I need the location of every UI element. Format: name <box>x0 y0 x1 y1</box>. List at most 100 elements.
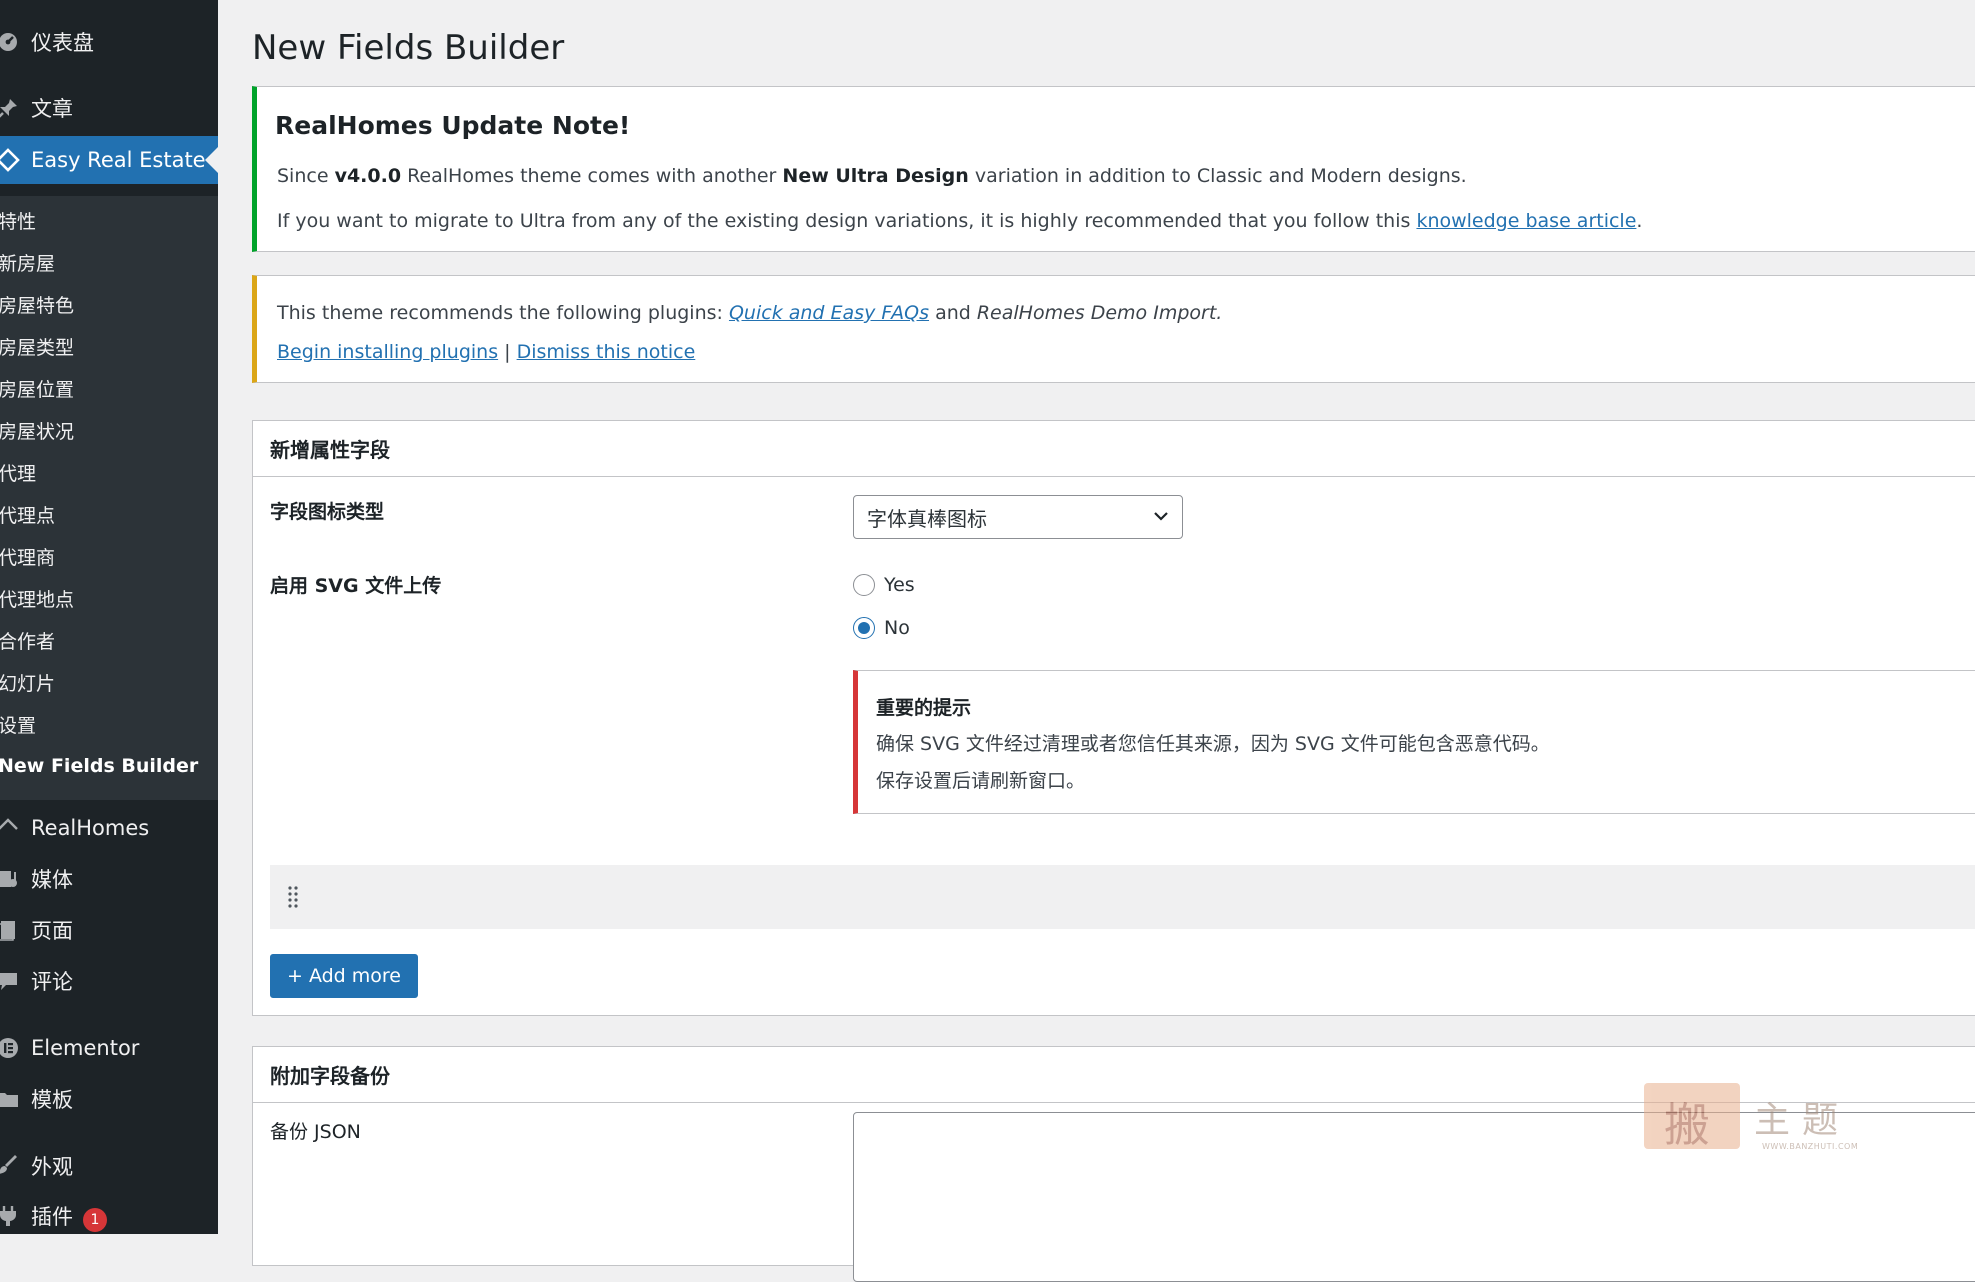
plugins-line-2: Begin installing plugins | Dismiss this … <box>277 341 695 363</box>
menu-label: 仪表盘 <box>31 31 94 55</box>
text: . <box>1216 302 1223 324</box>
submenu-item[interactable]: 设置 <box>0 706 218 742</box>
submenu-item[interactable]: 特性 <box>0 202 218 238</box>
radio-label: Yes <box>884 574 915 596</box>
text: This theme recommends the following plug… <box>277 302 729 324</box>
backup-json-label: 备份 JSON <box>270 1121 361 1143</box>
submenu-item[interactable]: 代理点 <box>0 496 218 532</box>
submenu-item[interactable]: 合作者 <box>0 622 218 658</box>
knowledge-base-link[interactable]: knowledge base article <box>1416 210 1636 232</box>
plugin-icon <box>0 1204 20 1228</box>
menu-templates[interactable]: 模板 <box>0 1075 218 1123</box>
submenu-item[interactable]: 代理 <box>0 454 218 490</box>
menu-label: Elementor <box>31 1036 140 1060</box>
folder-icon <box>0 1087 20 1111</box>
page-icon <box>0 918 20 942</box>
submenu-item[interactable]: 新房屋 <box>0 244 218 280</box>
menu-elementor[interactable]: Elementor <box>0 1024 218 1072</box>
submenu-item-current[interactable]: New Fields Builder <box>0 748 218 784</box>
main-content: New Fields Builder RealHomes Update Note… <box>218 0 1975 1282</box>
menu-plugins[interactable]: 插件 1 <box>0 1192 218 1240</box>
menu-easy-real-estate[interactable]: Easy Real Estate <box>0 136 218 184</box>
real-estate-icon <box>0 148 20 172</box>
radio-button-checked[interactable] <box>853 617 875 639</box>
drag-handle-icon[interactable] <box>287 885 299 909</box>
important-line-1: 确保 SVG 文件经过清理或者您信任其来源，因为 SVG 文件可能包含恶意代码。 <box>876 733 1550 755</box>
demo-import-plugin: RealHomes Demo Import <box>976 302 1217 324</box>
submenu-item[interactable]: 幻灯片 <box>0 664 218 700</box>
icon-type-select[interactable]: 字体真棒图标 <box>853 495 1183 539</box>
separator: | <box>498 341 517 363</box>
menu-comments[interactable]: 评论 <box>0 957 218 1005</box>
submenu-item[interactable]: 房屋状况 <box>0 412 218 448</box>
begin-installing-link[interactable]: Begin installing plugins <box>277 341 498 363</box>
text: RealHomes theme comes with another <box>401 165 783 187</box>
design-name: New Ultra Design <box>782 165 969 187</box>
menu-label: 媒体 <box>31 868 73 892</box>
update-count-badge: 1 <box>83 1207 107 1232</box>
radio-button[interactable] <box>853 574 875 596</box>
submenu-item[interactable]: 房屋位置 <box>0 370 218 406</box>
text: . <box>1636 210 1643 232</box>
menu-label: 模板 <box>31 1088 73 1112</box>
faq-plugin-link[interactable]: Quick and Easy FAQs <box>729 302 929 324</box>
menu-realhomes[interactable]: RealHomes <box>0 804 218 852</box>
important-line-2: 保存设置后请刷新窗口。 <box>876 770 1086 792</box>
svg-upload-label: 启用 SVG 文件上传 <box>270 575 442 597</box>
menu-pages[interactable]: 页面 <box>0 906 218 954</box>
menu-appearance[interactable]: 外观 <box>0 1142 218 1190</box>
sortable-field-row[interactable] <box>270 865 1975 929</box>
media-icon <box>0 867 20 891</box>
menu-label: 页面 <box>31 919 73 943</box>
radio-label: No <box>884 617 910 639</box>
text: Since <box>277 165 335 187</box>
menu-label: Easy Real Estate <box>31 148 206 172</box>
add-more-button[interactable]: + Add more <box>270 954 418 998</box>
watermark-char: 搬 <box>1664 1098 1710 1152</box>
menu-label: 文章 <box>31 97 73 121</box>
menu-label: 插件 1 <box>31 1201 107 1232</box>
brush-icon <box>0 1154 20 1178</box>
radio-yes[interactable]: Yes <box>853 574 915 596</box>
dashboard-icon <box>0 30 20 54</box>
select-value: 字体真棒图标 <box>867 506 987 531</box>
dismiss-notice-link[interactable]: Dismiss this notice <box>517 341 696 363</box>
notice-line-2: If you want to migrate to Ultra from any… <box>277 210 1642 232</box>
text: variation in addition to Classic and Mod… <box>968 165 1467 187</box>
text: and <box>929 302 977 324</box>
version-text: v4.0.0 <box>334 165 402 187</box>
text: If you want to migrate to Ultra from any… <box>277 210 1417 232</box>
watermark-logo: 搬 主题 WWW.BANZHUTI.COM <box>1644 1083 1884 1163</box>
postbox-title: 新增属性字段 <box>253 421 1975 477</box>
important-title: 重要的提示 <box>876 697 972 719</box>
page-title: New Fields Builder <box>252 28 565 68</box>
submenu-item[interactable]: 房屋特色 <box>0 286 218 322</box>
icon-type-label: 字段图标类型 <box>270 501 385 523</box>
elementor-icon <box>0 1036 20 1060</box>
menu-media[interactable]: 媒体 <box>0 855 218 903</box>
comment-icon <box>0 969 20 993</box>
watermark-url: WWW.BANZHUTI.COM <box>1762 1142 1859 1151</box>
submenu-item[interactable]: 房屋类型 <box>0 328 218 364</box>
update-notice: RealHomes Update Note! Since v4.0.0 Real… <box>252 86 1975 252</box>
submenu: 特性 新房屋 房屋特色 房屋类型 房屋位置 房屋状况 代理 代理点 代理商 代理… <box>0 196 218 800</box>
menu-label: 外观 <box>31 1155 73 1179</box>
notice-title: RealHomes Update Note! <box>275 111 631 140</box>
watermark-text: 主题 <box>1754 1100 1851 1141</box>
radio-no[interactable]: No <box>853 617 910 639</box>
menu-label: RealHomes <box>31 816 150 840</box>
chevron-down-icon <box>1154 512 1168 521</box>
new-fields-postbox: 新增属性字段 字段图标类型 字体真棒图标 启用 SVG 文件上传 Yes No … <box>252 420 1975 1016</box>
menu-label: 评论 <box>31 970 73 994</box>
important-notice: 重要的提示 确保 SVG 文件经过清理或者您信任其来源，因为 SVG 文件可能包… <box>853 670 1975 814</box>
submenu-item[interactable]: 代理商 <box>0 538 218 574</box>
pushpin-icon <box>0 96 20 120</box>
notice-line-1: Since v4.0.0 RealHomes theme comes with … <box>277 165 1467 187</box>
menu-label-text: 插件 <box>31 1204 73 1229</box>
submenu-item[interactable]: 代理地点 <box>0 580 218 616</box>
plugins-line-1: This theme recommends the following plug… <box>277 302 1222 324</box>
plugins-notice: This theme recommends the following plug… <box>252 275 1975 383</box>
menu-posts[interactable]: 文章 <box>0 84 218 132</box>
menu-dashboard[interactable]: 仪表盘 <box>0 18 218 66</box>
house-icon <box>0 816 20 840</box>
